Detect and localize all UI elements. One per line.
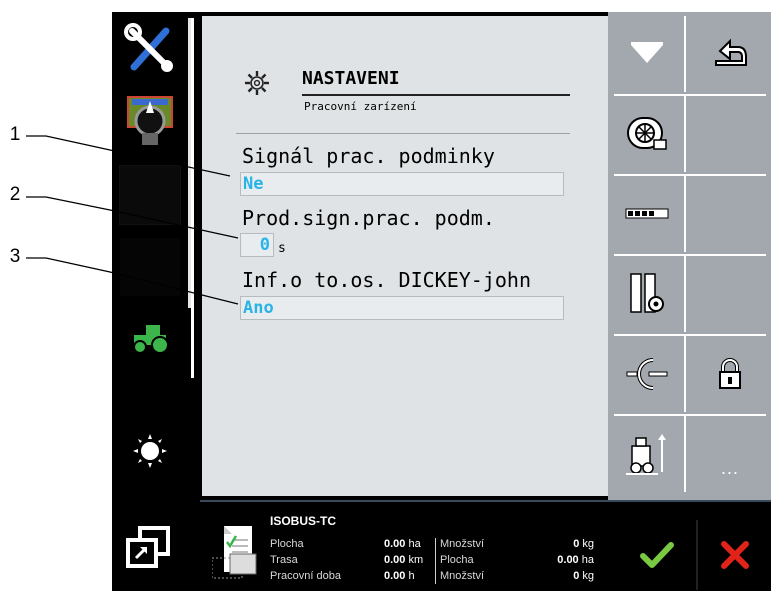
param-label-signal-delay: Prod.sign.prac. podm. <box>242 206 495 230</box>
tc-value: 0 kg <box>573 570 594 582</box>
tire-settings-icon[interactable] <box>608 256 686 332</box>
tc-label: Pracovní doba <box>270 570 341 582</box>
tc-label: Množství <box>440 570 485 582</box>
inactive-key <box>116 164 184 226</box>
divider <box>200 500 771 502</box>
field-value: Ano <box>243 298 274 318</box>
tc-label: Plocha <box>270 538 304 550</box>
tc-label: Trasa <box>270 554 298 566</box>
more-label: ... <box>720 457 739 478</box>
tc-value: 0.00 ha <box>557 554 594 566</box>
back-icon[interactable] <box>691 16 769 92</box>
tc-value: 0.00 km <box>384 554 424 566</box>
tractor-icon[interactable] <box>116 308 184 370</box>
page-subtitle: Pracovní zarízení <box>304 100 417 113</box>
close-icon <box>720 541 749 569</box>
lock-icon[interactable] <box>691 336 769 412</box>
empty-softkey <box>691 96 769 172</box>
callout-3: 3 <box>9 246 21 267</box>
scrollbar[interactable] <box>191 18 194 378</box>
tc-value: 0.00 h <box>384 570 415 582</box>
signal-delay-field[interactable]: 0 <box>240 233 274 257</box>
status-bar: ISOBUS-TC Plocha Trasa Pracovní doba 0.0… <box>112 500 771 591</box>
fan-icon[interactable] <box>608 96 686 172</box>
gear-icon <box>244 70 270 101</box>
hopper-icon[interactable] <box>608 16 686 92</box>
settings-panel: NASTAVENI Pracovní zarízení Signál prac.… <box>202 16 608 496</box>
work-signal-field[interactable]: Ne <box>240 172 564 196</box>
hitch-icon[interactable] <box>608 336 686 412</box>
cancel-button[interactable] <box>698 520 771 590</box>
brightness-icon[interactable] <box>116 420 184 482</box>
left-function-bar <box>112 12 194 500</box>
section-bar-icon[interactable] <box>608 176 686 252</box>
empty-softkey <box>691 256 769 332</box>
task-document-icon <box>211 524 260 585</box>
param-label-work-signal: Signál prac. podminky <box>242 144 495 168</box>
title-underline <box>302 94 570 96</box>
planter-lift-icon[interactable] <box>608 416 686 492</box>
inactive-key <box>116 236 184 298</box>
confirm-button[interactable] <box>620 520 694 590</box>
tc-label: Plocha <box>440 554 474 566</box>
dickey-john-field[interactable]: Ano <box>240 296 564 320</box>
page-title: NASTAVENI <box>302 68 400 89</box>
steering-icon[interactable] <box>116 90 184 152</box>
divider <box>435 538 436 584</box>
empty-softkey <box>691 176 769 252</box>
tc-value: 0 kg <box>573 538 594 550</box>
window-switch-icon[interactable] <box>126 526 170 573</box>
softkey-panel: ... <box>608 12 771 500</box>
checkmark-icon <box>640 542 674 568</box>
param-label-dickey-john: Inf.o to.os. DICKEY-john <box>242 268 531 292</box>
tc-value: 0.00 ha <box>384 538 421 550</box>
tools-icon[interactable] <box>116 18 184 80</box>
tc-label: Množství <box>440 538 485 550</box>
task-controller-title: ISOBUS-TC <box>270 514 336 528</box>
more-button[interactable]: ... <box>691 416 769 492</box>
field-value: Ne <box>243 174 264 194</box>
callout-1: 1 <box>9 124 21 145</box>
divider <box>236 133 570 134</box>
callout-2: 2 <box>9 184 21 205</box>
isobus-terminal: NASTAVENI Pracovní zarízení Signál prac.… <box>112 12 771 591</box>
unit-label: s <box>278 241 286 256</box>
field-value: 0 <box>259 235 270 255</box>
